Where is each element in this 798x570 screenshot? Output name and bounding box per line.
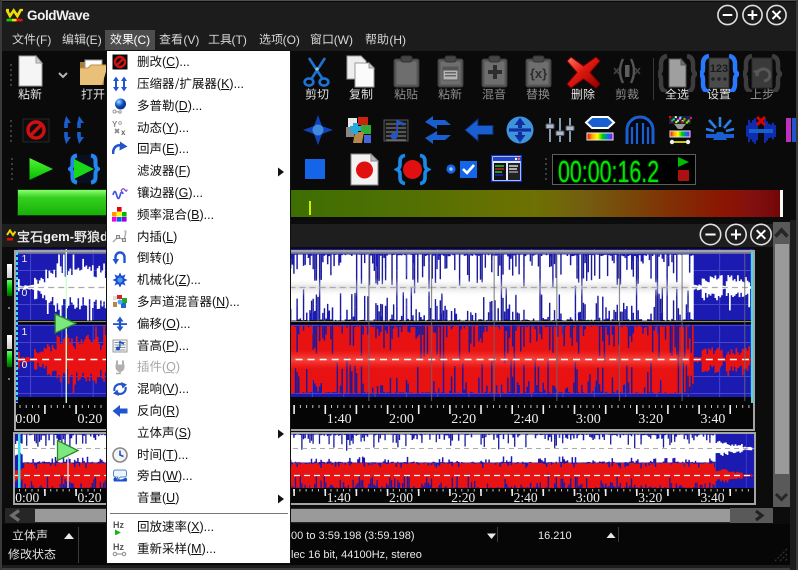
svg-text:{x}: {x}: [530, 66, 547, 81]
svg-text:x: x: [121, 128, 126, 136]
svg-text:Hz: Hz: [113, 520, 124, 530]
svg-text:Y: Y: [112, 120, 118, 129]
svg-text:123: 123: [710, 63, 728, 75]
svg-text:Hz: Hz: [113, 542, 124, 552]
